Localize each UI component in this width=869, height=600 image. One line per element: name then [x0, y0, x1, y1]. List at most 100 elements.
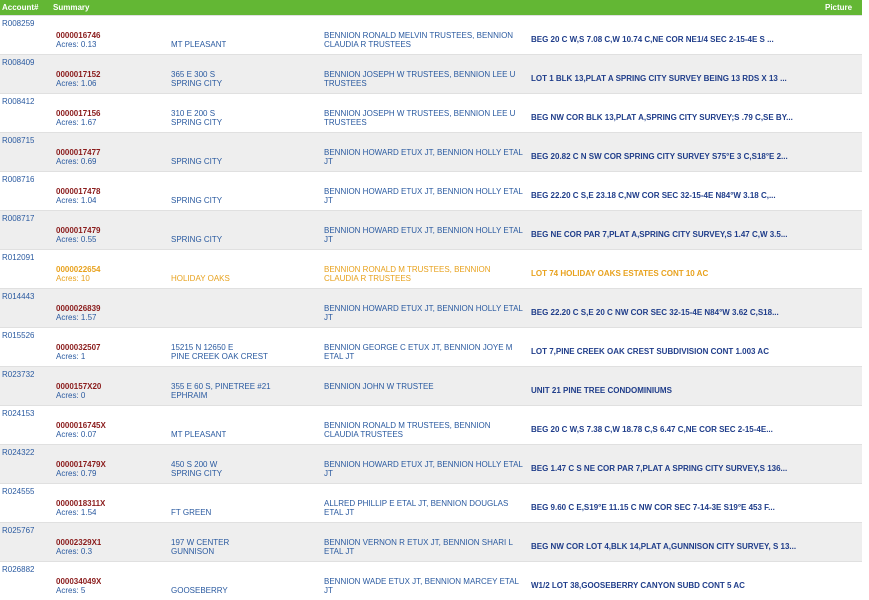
legal-description: LOT 74 HOLIDAY OAKS ESTATES CONT 10 AC: [531, 269, 709, 278]
owner-names: ALLRED PHILLIP E ETAL JT, BENNION DOUGLA…: [324, 499, 509, 517]
parcel-number-link[interactable]: 0000017477: [56, 148, 101, 157]
legal-description: BEG 1.47 C S NE COR PAR 7,PLAT A SPRING …: [531, 464, 788, 473]
parcel-number-link[interactable]: 0000017156: [56, 109, 101, 118]
parcel-number-link[interactable]: 0000018311X: [56, 499, 105, 508]
header-account[interactable]: Account#: [2, 3, 38, 12]
parcel-number-link[interactable]: 0000022654: [56, 265, 101, 274]
table-row[interactable]: R023732 0000157X20 Acres: 0 355 E 60 S, PIN…: [0, 366, 862, 405]
legal-description: LOT 1 BLK 13,PLAT A SPRING CITY SURVEY B…: [531, 74, 787, 83]
account-link[interactable]: R025767: [2, 526, 34, 535]
results-table: Account# Summary Picture R008259 00000167…: [0, 0, 862, 600]
table-body: R008259 0000016746 Acres: 0.13 MT PLEASANT B…: [0, 15, 862, 600]
address-line-1: [171, 187, 222, 196]
acres-value: Acres: 0: [56, 391, 86, 400]
property-address: 197 W CENTER GUNNISON: [171, 538, 229, 556]
table-row[interactable]: R008409 0000017152 Acres: 1.06 365 E 300 SS…: [0, 54, 862, 93]
owner-names: BENNION GEORGE C ETUX JT, BENNION JOYE M…: [324, 343, 513, 361]
table-row[interactable]: R008717 0000017479 Acres: 0.55 SPRING CITY B…: [0, 210, 862, 249]
acres-value: Acres: 0.69: [56, 157, 97, 166]
address-line-2: SPRING CITY: [171, 157, 223, 166]
address-line-1: [171, 577, 228, 586]
address-line-2: PINE CREEK OAK CREST: [171, 352, 268, 361]
legal-description: BEG 9.60 C E,S19°E 11.15 C NW COR SEC 7-…: [531, 503, 775, 512]
table-row[interactable]: R015526 0000032507 Acres: 1 15215 N 12650 E…: [0, 327, 862, 366]
address-line-1: 450 S 200 W: [171, 460, 218, 469]
account-link[interactable]: R008715: [2, 136, 34, 145]
owner-names: BENNION HOWARD ETUX JT, BENNION HOLLY ET…: [324, 148, 523, 166]
property-address: HOLIDAY OAKS: [171, 265, 230, 283]
account-link[interactable]: R008717: [2, 214, 34, 223]
table-row[interactable]: R024555 0000018311X Acres: 1.54 FT GREEN ALL…: [0, 483, 862, 522]
address-line-2: SPRING CITY: [171, 118, 223, 127]
table-row[interactable]: R026882 000034049X Acres: 5 GOOSEBERRY BENNI…: [0, 561, 862, 600]
table-row[interactable]: R024153 0000016745X Acres: 0.07 MT PLEASANT…: [0, 405, 862, 444]
table-row[interactable]: R025767 00002329X1 Acres: 0.3 197 W CENTER G…: [0, 522, 862, 561]
account-link[interactable]: R012091: [2, 253, 34, 262]
parcel-number-link[interactable]: 0000032507: [56, 343, 101, 352]
table-row[interactable]: R014443 0000026839 Acres: 1.57 BENNION HOWA…: [0, 288, 862, 327]
account-link[interactable]: R024555: [2, 487, 34, 496]
owner-names: BENNION RONALD MELVIN TRUSTEES, BENNION …: [324, 31, 514, 49]
account-link[interactable]: R008259: [2, 19, 34, 28]
account-link[interactable]: R014443: [2, 292, 34, 301]
parcel-number-link[interactable]: 0000017479: [56, 226, 101, 235]
account-link[interactable]: R024153: [2, 409, 34, 418]
parcel-number-link[interactable]: 0000157X20: [56, 382, 101, 391]
address-line-2: HOLIDAY OAKS: [171, 274, 230, 283]
table-row[interactable]: R008715 0000017477 Acres: 0.69 SPRING CITY B…: [0, 132, 862, 171]
table-row[interactable]: R008412 0000017156 Acres: 1.67 310 E 200 SS…: [0, 93, 862, 132]
owner-names: BENNION HOWARD ETUX JT, BENNION HOLLY ET…: [324, 226, 523, 244]
account-link[interactable]: R015526: [2, 331, 34, 340]
table-row[interactable]: R012091 0000022654 Acres: 10 HOLIDAY OAKS BE…: [0, 249, 862, 288]
parcel-number-link[interactable]: 0000016746: [56, 31, 101, 40]
parcel-number-link[interactable]: 000034049X: [56, 577, 101, 586]
legal-description: BEG 22.20 C S,E 20 C NW COR SEC 32-15-4E…: [531, 308, 779, 317]
account-link[interactable]: R008412: [2, 97, 34, 106]
table-row[interactable]: R008259 0000016746 Acres: 0.13 MT PLEASANT B…: [0, 15, 862, 54]
address-line-1: 365 E 300 S: [171, 70, 216, 79]
property-address: 365 E 300 S SPRING CITY: [171, 70, 222, 88]
table-row[interactable]: R024322 0000017479X Acres: 0.79 450 S 200 W…: [0, 444, 862, 483]
parcel-number-link[interactable]: 00002329X1: [56, 538, 101, 547]
parcel-number-link[interactable]: 0000016745X: [56, 421, 106, 430]
account-link[interactable]: R024322: [2, 448, 34, 457]
address-line-2: EPHRAIM: [171, 391, 208, 400]
acres-value: Acres: 5: [56, 586, 86, 595]
property-address: MT PLEASANT: [171, 421, 226, 439]
address-line-2: SPRING CITY: [171, 196, 223, 205]
acres-value: Acres: 0.07: [56, 430, 97, 439]
parcel-number-link[interactable]: 0000017478: [56, 187, 101, 196]
address-line-2: SPRING CITY: [171, 235, 223, 244]
parcel-number-link[interactable]: 0000017479X: [56, 460, 106, 469]
address-line-1: 310 E 200 S: [171, 109, 216, 118]
header-summary[interactable]: Summary: [53, 3, 89, 12]
parcel-number-link[interactable]: 0000017152: [56, 70, 101, 79]
account-link[interactable]: R023732: [2, 370, 34, 379]
address-line-1: [171, 265, 230, 274]
account-link[interactable]: R026882: [2, 565, 34, 574]
address-line-2: MT PLEASANT: [171, 40, 227, 49]
acres-value: Acres: 0.3: [56, 547, 93, 556]
legal-description: BEG 20 C W,S 7.38 C,W 18.78 C,S 6.47 C,N…: [531, 425, 773, 434]
address-line-2: FT GREEN: [171, 508, 212, 517]
acres-value: Acres: 1.04: [56, 196, 97, 205]
account-link[interactable]: R008716: [2, 175, 34, 184]
account-link[interactable]: R008409: [2, 58, 34, 67]
owner-names: BENNION JOHN W TRUSTEE: [324, 382, 434, 391]
address-line-2: GOOSEBERRY: [171, 586, 228, 595]
address-line-2: SPRING CITY: [171, 79, 223, 88]
header-picture[interactable]: Picture: [825, 3, 852, 12]
address-line-1: [171, 226, 222, 235]
owner-names: BENNION VERNON R ETUX JT, BENNION SHARI …: [324, 538, 513, 556]
property-address: GOOSEBERRY: [171, 577, 228, 595]
address-line-1: [171, 499, 211, 508]
address-line-2: GUNNISON: [171, 547, 215, 556]
legal-description: BEG 20 C W,S 7.08 C,W 10.74 C,NE COR NE1…: [531, 35, 774, 44]
address-line-1: [171, 148, 222, 157]
address-line-1: [171, 421, 226, 430]
parcel-number-link[interactable]: 0000026839: [56, 304, 101, 313]
property-address: FT GREEN: [171, 499, 211, 517]
table-row[interactable]: R008716 0000017478 Acres: 1.04 SPRING CITY B…: [0, 171, 862, 210]
owner-names: BENNION HOWARD ETUX JT, BENNION HOLLY ET…: [324, 460, 523, 478]
property-address: SPRING CITY: [171, 226, 222, 244]
